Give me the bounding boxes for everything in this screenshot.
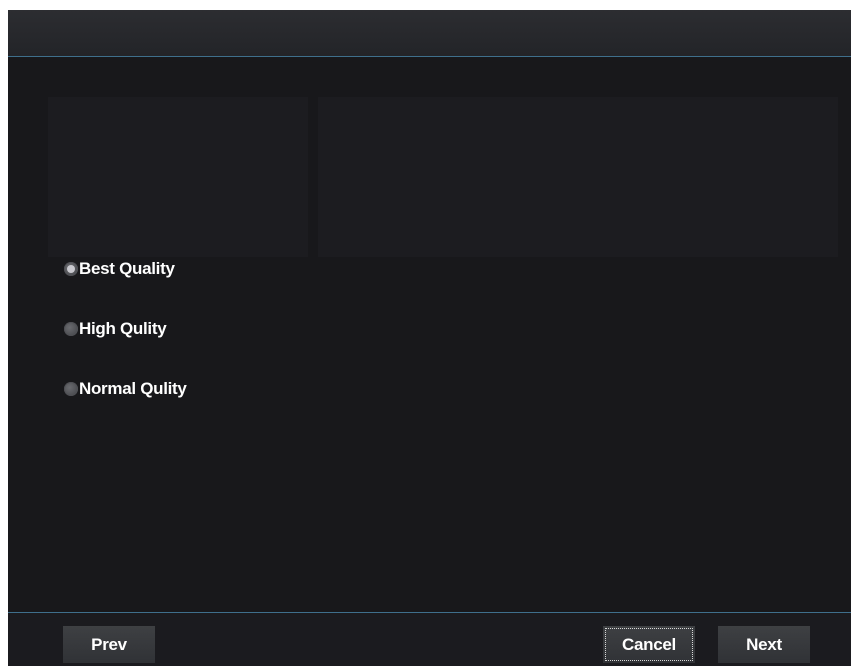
radio-high-quality[interactable]: High Qulity	[64, 319, 167, 339]
footer-bar: Prev Cancel Next	[8, 612, 851, 666]
radio-normal-quality[interactable]: Normal Qulity	[64, 379, 187, 399]
content-area: Best Quality High Qulity Normal Qulity	[8, 57, 851, 612]
radio-best-quality[interactable]: Best Quality	[64, 259, 175, 279]
background-panel	[318, 97, 838, 257]
title-bar	[8, 10, 851, 57]
quality-dialog: Best Quality High Qulity Normal Qulity P…	[8, 10, 851, 666]
radio-unchecked-icon	[64, 322, 78, 336]
next-button[interactable]: Next	[718, 626, 810, 663]
radio-label: Best Quality	[79, 259, 175, 278]
cancel-button[interactable]: Cancel	[603, 626, 695, 663]
prev-button[interactable]: Prev	[63, 626, 155, 663]
radio-checked-icon	[64, 262, 78, 276]
radio-label: High Qulity	[79, 319, 167, 338]
background-panel	[48, 97, 308, 257]
radio-label: Normal Qulity	[79, 379, 187, 398]
radio-unchecked-icon	[64, 382, 78, 396]
